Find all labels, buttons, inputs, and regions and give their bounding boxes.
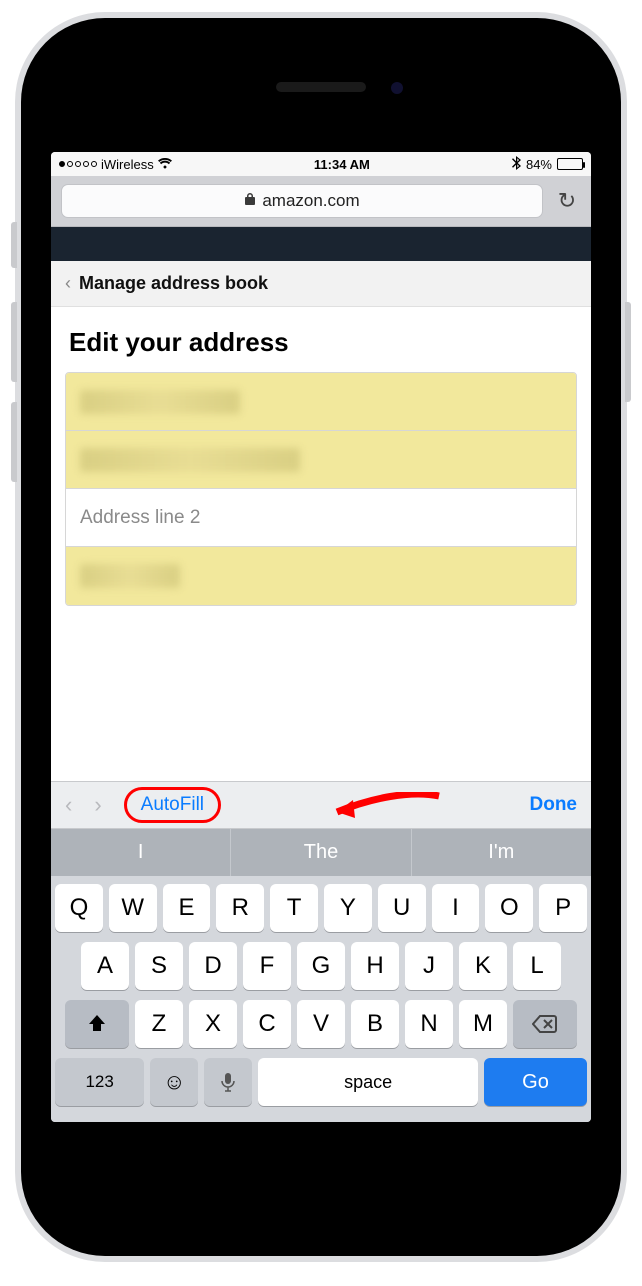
chevron-left-icon: ‹ [65,273,71,294]
url-field[interactable]: amazon.com [61,184,543,218]
key-b[interactable]: B [351,1000,399,1048]
key-t[interactable]: T [270,884,318,932]
key-e[interactable]: E [163,884,211,932]
prediction-1[interactable]: I [51,829,231,876]
key-j[interactable]: J [405,942,453,990]
key-g[interactable]: G [297,942,345,990]
battery-icon [557,158,583,170]
keyboard-row-2: A S D F G H J K L [55,942,587,990]
done-button[interactable]: Done [530,794,578,816]
key-u[interactable]: U [378,884,426,932]
space-key[interactable]: space [258,1058,478,1106]
site-header-banner [51,227,591,261]
key-a[interactable]: A [81,942,129,990]
keyboard-accessory-bar: ‹ › AutoFill Done [51,781,591,829]
wifi-icon [158,157,172,172]
address-line2-placeholder: Address line 2 [80,507,200,529]
next-field-button[interactable]: › [94,792,101,818]
carrier-label: iWireless [101,157,154,172]
key-v[interactable]: V [297,1000,345,1048]
key-l[interactable]: L [513,942,561,990]
name-field[interactable] [66,373,576,431]
bluetooth-icon [512,156,521,173]
address-line2-field[interactable]: Address line 2 [66,489,576,547]
address-form: Address line 2 [65,372,577,606]
key-m[interactable]: M [459,1000,507,1048]
key-z[interactable]: Z [135,1000,183,1048]
city-field[interactable] [66,547,576,605]
key-x[interactable]: X [189,1000,237,1048]
key-c[interactable]: C [243,1000,291,1048]
key-i[interactable]: I [432,884,480,932]
prev-field-button[interactable]: ‹ [65,792,72,818]
shift-key[interactable] [65,1000,129,1048]
phone-frame: iWireless 11:34 AM 84% [15,12,627,1262]
keyboard-row-1: Q W E R T Y U I O P [55,884,587,932]
keyboard: Q W E R T Y U I O P A S D [51,876,591,1122]
prediction-2[interactable]: The [231,829,411,876]
clock: 11:34 AM [172,157,512,172]
key-y[interactable]: Y [324,884,372,932]
key-q[interactable]: Q [55,884,103,932]
signal-strength-icon [59,161,97,167]
dictation-key[interactable] [204,1058,252,1106]
predictive-row: I The I'm [51,829,591,876]
key-s[interactable]: S [135,942,183,990]
key-d[interactable]: D [189,942,237,990]
keyboard-row-3: Z X C V B N M [55,1000,587,1048]
url-domain: amazon.com [262,191,359,211]
keyboard-row-4: 123 ☺ space Go [55,1058,587,1106]
key-k[interactable]: K [459,942,507,990]
key-n[interactable]: N [405,1000,453,1048]
battery-percent: 84% [526,157,552,172]
browser-url-bar[interactable]: amazon.com ↻ [51,176,591,227]
page-title: Edit your address [51,307,591,372]
web-page: ‹ Manage address book Edit your address … [51,227,591,781]
lock-icon [244,191,256,211]
key-p[interactable]: P [539,884,587,932]
backspace-key[interactable] [513,1000,577,1048]
key-r[interactable]: R [216,884,264,932]
autofill-button[interactable]: AutoFill [124,787,221,823]
go-key[interactable]: Go [484,1058,587,1106]
key-o[interactable]: O [485,884,533,932]
prediction-3[interactable]: I'm [412,829,591,876]
reload-button[interactable]: ↻ [553,188,581,214]
breadcrumb-label: Manage address book [79,273,268,294]
status-bar: iWireless 11:34 AM 84% [51,152,591,176]
key-w[interactable]: W [109,884,157,932]
screen: iWireless 11:34 AM 84% [51,152,591,1122]
breadcrumb-back[interactable]: ‹ Manage address book [51,261,591,307]
key-h[interactable]: H [351,942,399,990]
numbers-key[interactable]: 123 [55,1058,144,1106]
key-f[interactable]: F [243,942,291,990]
address-line1-field[interactable] [66,431,576,489]
annotation-arrow [331,792,441,820]
emoji-key[interactable]: ☺ [150,1058,198,1106]
